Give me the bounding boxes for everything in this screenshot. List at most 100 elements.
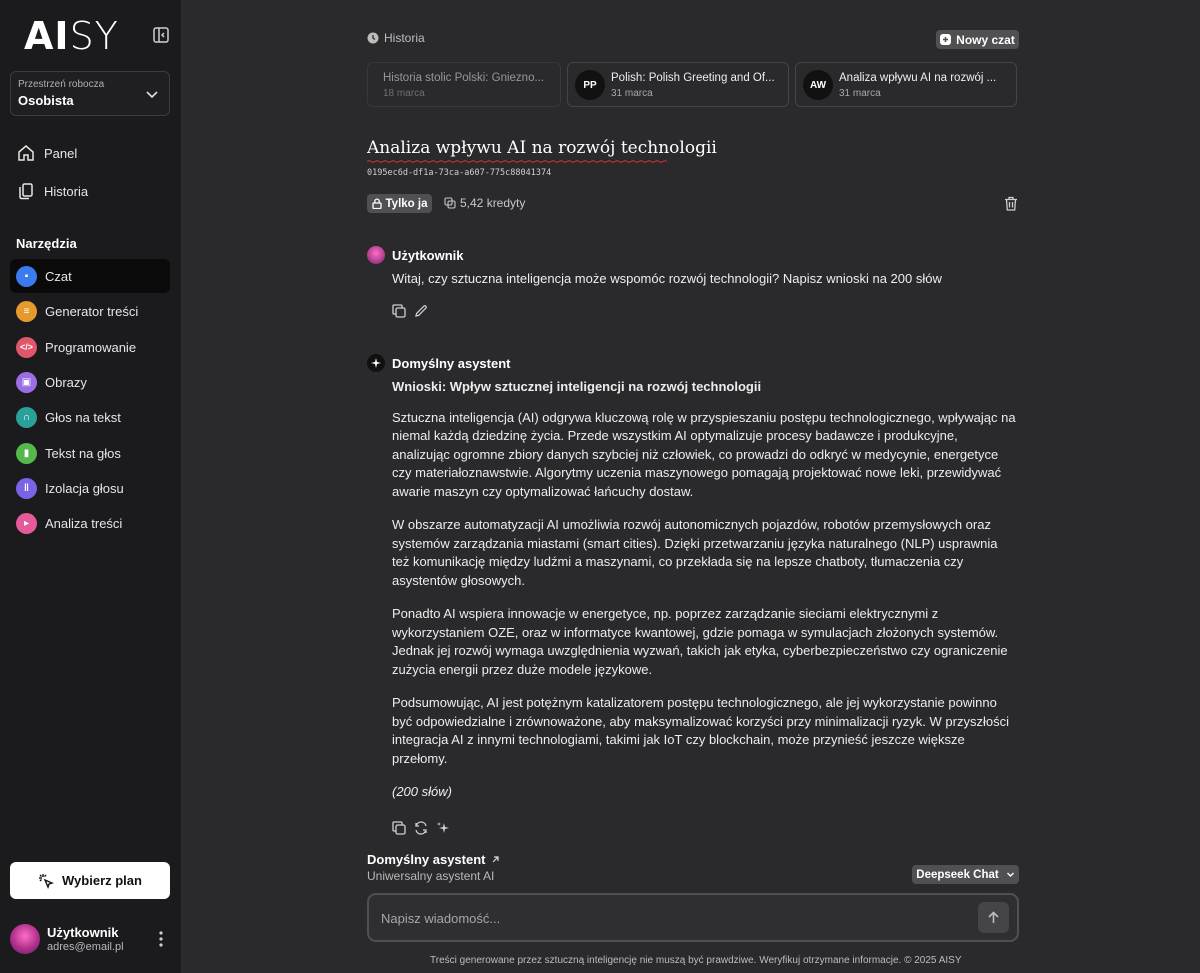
- workspace-select[interactable]: Przestrzeń robocza Osobista: [10, 71, 170, 116]
- visibility-badge[interactable]: Tylko ja: [367, 194, 432, 213]
- more-vertical-icon[interactable]: [155, 930, 167, 948]
- arrow-up-icon: [988, 911, 999, 923]
- avatar: [10, 924, 40, 954]
- visibility-label: Tylko ja: [385, 197, 428, 210]
- assistant-message-actions: [392, 821, 450, 835]
- tool-label: Głos na tekst: [45, 409, 121, 425]
- workspace-label: Przestrzeń robocza: [18, 79, 105, 90]
- chat-title[interactable]: Analiza wpływu AI na rozwój technologii: [367, 138, 717, 158]
- user-message-header: Użytkownik: [367, 246, 464, 264]
- nav-panel[interactable]: Panel: [10, 136, 170, 170]
- plus-icon: [940, 34, 952, 45]
- lock-icon: [371, 198, 382, 209]
- recent-chat-date: 18 marca: [383, 88, 425, 99]
- nav-panel-label: Panel: [44, 145, 78, 161]
- tool-label: Czat: [45, 268, 72, 284]
- speaker-icon: ▮: [16, 442, 37, 464]
- assistant-selector[interactable]: Domyślny asystent: [367, 852, 500, 867]
- sparkle-cursor-icon: [39, 873, 54, 889]
- tool-label: Analiza treści: [45, 515, 123, 531]
- new-chat-button[interactable]: Nowy czat: [936, 30, 1019, 49]
- regenerate-icon[interactable]: [414, 821, 428, 835]
- history-label: Historia: [384, 31, 425, 45]
- history-link[interactable]: Historia: [367, 31, 425, 45]
- recent-chat-title: Historia stolic Polski: Gniezno...: [383, 72, 545, 84]
- tool-images[interactable]: ▣ Obrazy: [10, 365, 170, 399]
- assistant-paragraph: Sztuczna inteligencja (AI) odgrywa klucz…: [392, 409, 1016, 499]
- assistant-paragraph: W obszarze automatyzacji AI umożliwia ro…: [392, 517, 998, 588]
- waveform-icon: ‖: [16, 477, 37, 499]
- tool-voice-isolation[interactable]: ‖ Izolacja głosu: [10, 471, 170, 505]
- nav-history[interactable]: Historia: [10, 174, 170, 208]
- recent-chat-card[interactable]: Historia stolic Polski: Gniezno... 18 ma…: [367, 62, 561, 107]
- tool-programming[interactable]: </> Programowanie: [10, 330, 170, 364]
- recent-chat-card[interactable]: PP Polish: Polish Greeting and Of... 31 …: [567, 62, 789, 107]
- disclaimer-footer: Treści generowane przez sztuczną intelig…: [430, 955, 962, 966]
- copy-icon[interactable]: [392, 304, 406, 318]
- model-label: Deepseek Chat: [916, 868, 999, 881]
- user-message-author: Użytkownik: [392, 247, 464, 263]
- tool-content-generator[interactable]: ≡ Generator treści: [10, 294, 170, 328]
- assistant-name: Domyślny asystent: [367, 852, 486, 867]
- tool-label: Programowanie: [45, 339, 137, 355]
- user-profile[interactable]: Użytkownik adres@email.pl: [10, 922, 170, 958]
- message-composer: [367, 893, 1019, 942]
- sidebar-collapse-icon[interactable]: [152, 26, 170, 44]
- tool-content-analysis[interactable]: ▸ Analiza treści: [10, 506, 170, 540]
- chevron-down-icon: [146, 91, 158, 99]
- workspace-value: Osobista: [18, 93, 74, 108]
- recent-chat-card[interactable]: AW Analiza wpływu AI na rozwój ... 31 ma…: [795, 62, 1017, 107]
- recent-chat-date: 31 marca: [839, 88, 881, 99]
- tool-label: Izolacja głosu: [45, 480, 124, 496]
- logo[interactable]: AISY: [24, 14, 119, 58]
- external-arrow-icon: [492, 856, 499, 863]
- recent-chat-date: 31 marca: [611, 88, 653, 99]
- generator-icon: ≡: [16, 300, 37, 322]
- tool-speech-to-text[interactable]: ∩ Głos na tekst: [10, 400, 170, 434]
- tool-label: Obrazy: [45, 374, 87, 390]
- tool-chat[interactable]: ▪ Czat: [10, 259, 170, 293]
- image-icon: ▣: [16, 371, 37, 393]
- coins-icon: [444, 197, 456, 209]
- recent-chat-title: Analiza wpływu AI na rozwój ...: [839, 72, 997, 84]
- assistant-message-body: Wnioski: Wpływ sztucznej inteligencji na…: [392, 378, 1018, 817]
- tool-label: Tekst na głos: [45, 445, 121, 461]
- assistant-message-author: Domyślny asystent: [392, 355, 511, 371]
- assistant-description: Uniwersalny asystent AI: [367, 869, 495, 883]
- home-icon: [18, 145, 34, 161]
- chat-id: 0195ec6d-df1a-73ca-a607-775c88041374: [367, 168, 552, 178]
- assistant-paragraph: Podsumowując, AI jest potężnym katalizat…: [392, 695, 1009, 766]
- choose-plan-label: Wybierz plan: [62, 873, 142, 888]
- tool-label: Generator treści: [45, 303, 139, 319]
- credits-info: 5,42 kredyty: [444, 196, 525, 210]
- user-name: Użytkownik: [47, 925, 119, 940]
- user-avatar-icon: [367, 246, 385, 264]
- choose-plan-button[interactable]: Wybierz plan: [10, 862, 170, 899]
- word-count: (200 słów): [392, 784, 452, 799]
- send-button[interactable]: [978, 902, 1009, 933]
- flag-icon: ▸: [16, 512, 37, 534]
- chat-initials-avatar: PP: [575, 70, 605, 100]
- assistant-paragraph: Ponadto AI wspiera innowacje w energetyc…: [392, 606, 1008, 677]
- copy-icon[interactable]: [392, 821, 406, 835]
- history-icon: [367, 32, 379, 44]
- chat-icon: ▪: [16, 265, 37, 287]
- user-message-text: Witaj, czy sztuczna inteligencja może ws…: [392, 271, 942, 286]
- user-email: adres@email.pl: [47, 941, 124, 953]
- spellcheck-underline: [367, 160, 668, 163]
- sparkles-icon[interactable]: [436, 821, 450, 835]
- assistant-message-header: Domyślny asystent: [367, 354, 511, 372]
- credits-value: 5,42 kredyty: [460, 196, 526, 210]
- nav-history-label: Historia: [44, 183, 89, 199]
- headphones-icon: ∩: [16, 406, 37, 428]
- message-input[interactable]: [381, 907, 961, 929]
- user-message-actions: [392, 304, 428, 318]
- sidebar: AISY Przestrzeń robocza Osobista Panel H…: [0, 0, 182, 973]
- edit-icon[interactable]: [414, 304, 428, 318]
- assistant-sparkle-icon: [367, 354, 385, 372]
- model-select[interactable]: Deepseek Chat: [912, 865, 1019, 884]
- tool-text-to-speech[interactable]: ▮ Tekst na głos: [10, 436, 170, 470]
- recent-chat-title: Polish: Polish Greeting and Of...: [611, 72, 775, 84]
- trash-icon[interactable]: [1004, 196, 1018, 211]
- assistant-heading: Wnioski: Wpływ sztucznej inteligencji na…: [392, 379, 762, 394]
